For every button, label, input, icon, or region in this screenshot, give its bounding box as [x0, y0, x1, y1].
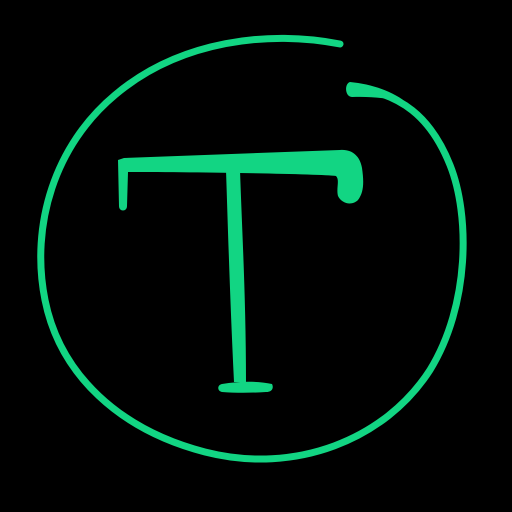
letter-t-stem-icon	[226, 170, 246, 382]
letter-t-foot-icon	[218, 381, 273, 393]
app-icon-canvas: T	[0, 0, 512, 512]
circled-t-logo-icon: T	[37, 34, 467, 463]
hand-drawn-circle-icon	[37, 34, 467, 463]
circle-brush-end-icon	[346, 82, 408, 104]
